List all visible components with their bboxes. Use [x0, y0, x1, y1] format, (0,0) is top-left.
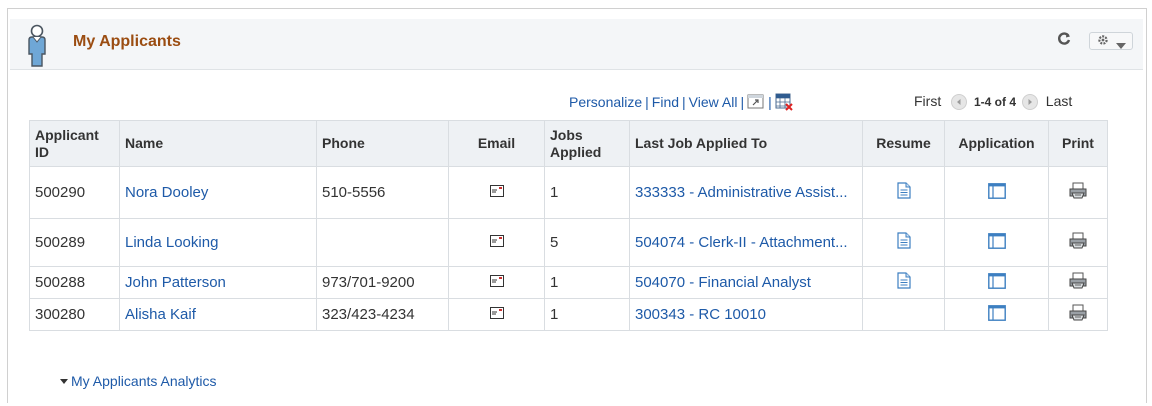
email-icon[interactable] — [489, 234, 504, 251]
col-name[interactable]: Name — [119, 120, 317, 167]
phone-cell: 510-5556 — [316, 166, 449, 219]
personalize-link[interactable]: Personalize — [569, 94, 642, 110]
next-icon[interactable] — [1021, 94, 1038, 111]
table-row: 300280 Alisha Kaif 323/423-4234 1 300343 - R… — [29, 298, 1108, 331]
download-to-excel-icon[interactable] — [775, 93, 793, 114]
jobs-applied-cell: 1 — [544, 166, 630, 219]
application-icon[interactable] — [987, 272, 1006, 293]
grid-toolbar: Personalize | Find | View All | | — [569, 93, 793, 113]
separator: | — [682, 94, 686, 111]
col-applicant-id[interactable]: Applicant ID — [29, 120, 120, 167]
refresh-icon[interactable] — [1055, 31, 1073, 49]
resume-icon[interactable] — [896, 182, 911, 203]
applicant-name-link[interactable]: Nora Dooley — [125, 184, 208, 201]
panel-title: My Applicants — [73, 33, 181, 50]
zoom-icon[interactable] — [747, 94, 765, 113]
application-icon[interactable] — [987, 232, 1006, 253]
table-row: 500288 John Patterson 973/701-9200 1 504070 … — [29, 266, 1108, 299]
person-icon — [28, 24, 46, 67]
phone-cell — [316, 218, 449, 267]
application-icon[interactable] — [987, 304, 1006, 325]
col-application[interactable]: Application — [944, 120, 1049, 167]
col-last-job[interactable]: Last Job Applied To — [629, 120, 863, 167]
table-header-row: Applicant ID Name Phone Email Jobs Appli… — [29, 120, 1108, 167]
resume-icon[interactable] — [896, 232, 911, 253]
last-job-link[interactable]: 300343 - RC 10010 — [635, 305, 857, 324]
separator: | — [740, 94, 745, 111]
print-icon[interactable] — [1069, 232, 1087, 253]
last-job-link[interactable]: 333333 - Administrative Assist... — [635, 183, 857, 202]
separator: | — [645, 94, 649, 111]
col-email[interactable]: Email — [448, 120, 545, 167]
last-link[interactable]: Last — [1046, 93, 1072, 109]
applicant-id-cell: 500289 — [29, 218, 120, 267]
applicants-table: Applicant ID Name Phone Email Jobs Appli… — [29, 120, 1108, 331]
col-resume[interactable]: Resume — [862, 120, 945, 167]
print-icon[interactable] — [1069, 304, 1087, 325]
email-icon[interactable] — [489, 184, 504, 201]
table-row: 500289 Linda Looking 5 504074 - Clerk-II - … — [29, 218, 1108, 267]
applicant-id-cell: 500290 — [29, 166, 120, 219]
phone-cell: 323/423-4234 — [316, 298, 449, 331]
applicant-name-link[interactable]: John Patterson — [125, 274, 226, 291]
separator: | — [768, 94, 772, 111]
jobs-applied-cell: 5 — [544, 218, 630, 267]
print-icon[interactable] — [1069, 272, 1087, 293]
table-row: 500290 Nora Dooley 510-5556 1 333333 - Admin… — [29, 166, 1108, 219]
applicant-name-link[interactable]: Alisha Kaif — [125, 306, 196, 323]
col-jobs-applied[interactable]: Jobs Applied — [544, 120, 630, 167]
email-icon[interactable] — [489, 274, 504, 291]
phone-cell: 973/701-9200 — [316, 266, 449, 299]
email-icon[interactable] — [489, 306, 504, 323]
last-job-link[interactable]: 504070 - Financial Analyst — [635, 273, 857, 292]
analytics-toggle[interactable]: My Applicants Analytics — [60, 373, 217, 389]
application-icon[interactable] — [987, 182, 1006, 203]
gear-menu-button[interactable] — [1089, 32, 1133, 50]
previous-icon[interactable] — [951, 94, 968, 111]
analytics-label: My Applicants Analytics — [71, 373, 217, 389]
pager: First 1-4 of 4 Last — [914, 93, 1072, 111]
chevron-down-icon — [1116, 38, 1126, 52]
caret-down-icon — [60, 378, 68, 384]
jobs-applied-cell: 1 — [544, 298, 630, 331]
first-link[interactable]: First — [914, 93, 941, 109]
jobs-applied-cell: 1 — [544, 266, 630, 299]
last-job-link[interactable]: 504074 - Clerk-II - Attachment... — [635, 233, 857, 252]
find-link[interactable]: Find — [652, 94, 679, 110]
col-print[interactable]: Print — [1048, 120, 1108, 167]
print-icon[interactable] — [1069, 182, 1087, 203]
view-all-link[interactable]: View All — [689, 94, 738, 110]
resume-icon[interactable] — [896, 272, 911, 293]
page-range: 1-4 of 4 — [974, 95, 1017, 109]
col-phone[interactable]: Phone — [316, 120, 449, 167]
applicant-id-cell: 500288 — [29, 266, 120, 299]
gear-icon — [1097, 34, 1109, 49]
applicant-name-link[interactable]: Linda Looking — [125, 234, 218, 251]
applicant-id-cell: 300280 — [29, 298, 120, 331]
